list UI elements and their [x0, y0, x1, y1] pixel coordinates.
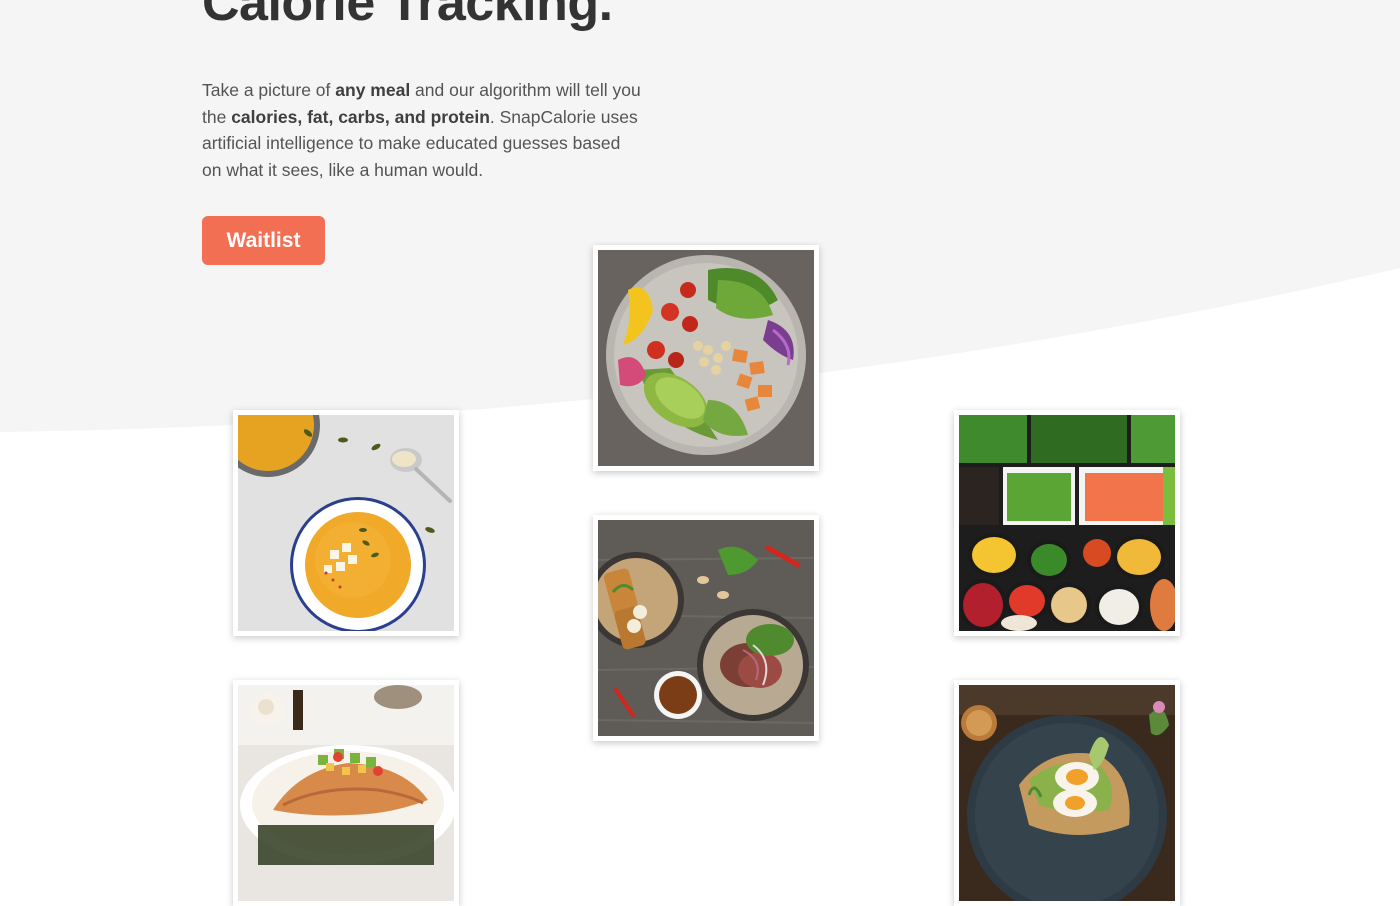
hero-description: Take a picture of any meal and our algor…	[202, 77, 642, 183]
veggie-bowl-image	[598, 250, 814, 466]
desc-emphasis-any-meal: any meal	[335, 80, 411, 100]
steak-and-fish-plates-photo[interactable]	[593, 515, 819, 741]
waitlist-button[interactable]: Waitlist	[202, 216, 325, 265]
pumpkin-soup-image	[238, 415, 454, 631]
desc-emphasis-macros: calories, fat, carbs, and protein	[231, 106, 490, 127]
veggie-buddha-bowl-photo[interactable]	[593, 245, 819, 471]
desc-text-1: Take a picture of	[202, 80, 336, 100]
pumpkin-soup-photo[interactable]	[233, 410, 459, 636]
salmon-dish-image	[238, 685, 454, 901]
hero-title: Calorie Tracking.	[202, 0, 613, 32]
salad-bar-ingredients-photo[interactable]	[954, 410, 1180, 636]
salmon-dish-photo[interactable]	[233, 680, 459, 906]
steak-fish-image	[598, 520, 814, 736]
egg-toast-image	[959, 685, 1175, 901]
salad-bar-image	[959, 415, 1175, 631]
egg-avocado-toast-photo[interactable]	[954, 680, 1180, 906]
